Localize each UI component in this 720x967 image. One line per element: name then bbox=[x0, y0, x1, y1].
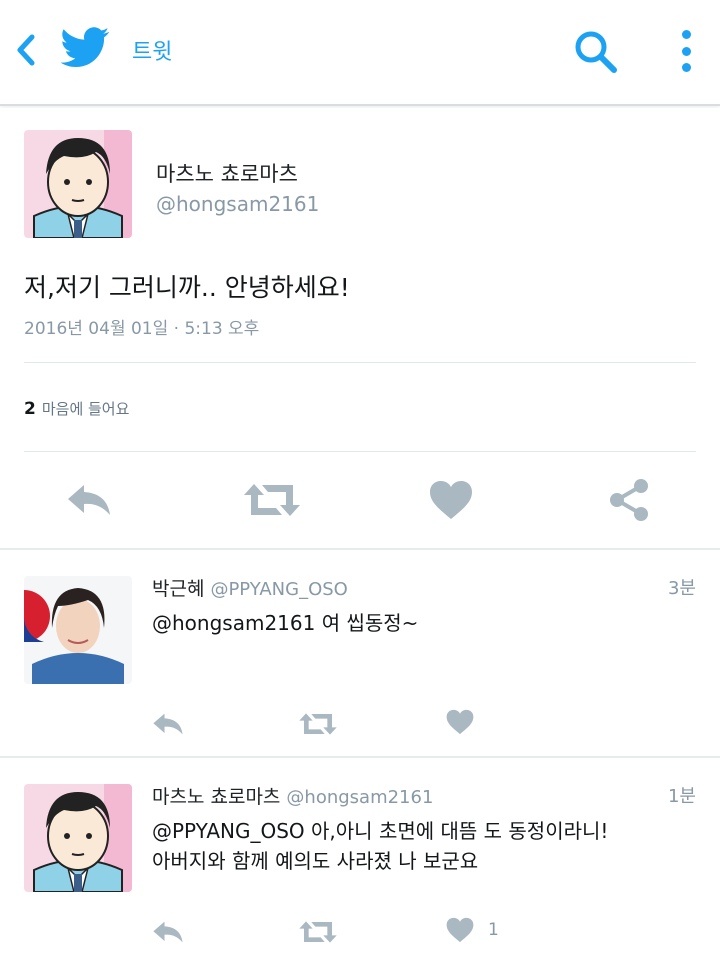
like-button[interactable] bbox=[426, 478, 476, 522]
heart-icon bbox=[430, 481, 472, 519]
reply-tweet[interactable]: 박근혜 @PPYANG_OSO 3분 @hongsam2161 여 씹동정~ bbox=[0, 550, 720, 756]
retweet-icon bbox=[299, 713, 337, 735]
reply-button[interactable] bbox=[148, 914, 188, 950]
divider bbox=[24, 362, 696, 363]
top-app-bar: 트윗 bbox=[0, 0, 720, 106]
reply-time: 1분 bbox=[667, 786, 696, 807]
like-count: 1 bbox=[488, 920, 499, 940]
more-vertical-icon bbox=[681, 30, 691, 39]
search-button[interactable] bbox=[572, 28, 620, 76]
reply-tweet[interactable]: 마츠노 쵸로마츠 @hongsam2161 1분 @PPYANG_OSO 아,아니… bbox=[0, 758, 720, 967]
twitter-bird-icon bbox=[60, 26, 110, 72]
retweet-button[interactable] bbox=[298, 914, 338, 950]
retweet-button[interactable] bbox=[244, 478, 300, 522]
avatar[interactable] bbox=[24, 130, 132, 238]
reply-author[interactable]: 박근혜 @PPYANG_OSO bbox=[152, 574, 348, 601]
like-button[interactable] bbox=[440, 912, 480, 948]
back-button[interactable] bbox=[8, 30, 44, 70]
search-icon bbox=[575, 31, 617, 73]
avatar[interactable] bbox=[24, 576, 132, 684]
author-handle: @hongsam2161 bbox=[286, 787, 434, 808]
retweet-button[interactable] bbox=[298, 706, 338, 742]
likes-summary[interactable]: 2 마음에 들어요 bbox=[24, 398, 129, 419]
reply-text-line: 아버지와 함께 예의도 사라졌 나 보군요 bbox=[152, 849, 479, 873]
reply-text: @hongsam2161 여 씹동정~ bbox=[152, 611, 419, 635]
more-dot bbox=[681, 63, 691, 72]
author-handle: @PPYANG_OSO bbox=[210, 579, 348, 600]
more-dot bbox=[681, 46, 691, 56]
likes-count: 2 bbox=[24, 399, 36, 419]
avatar[interactable] bbox=[24, 784, 132, 892]
reply-button[interactable] bbox=[64, 478, 114, 522]
back-chevron-icon bbox=[17, 34, 35, 66]
tweet-text: 저,저기 그러니까.. 안녕하세요! bbox=[24, 273, 350, 302]
reply-text: @PPYANG_OSO 아,아니 초면에 대뜸 도 동정이라니! 아버지와 함께… bbox=[152, 816, 692, 876]
heart-icon bbox=[446, 917, 474, 943]
author-handle[interactable]: @hongsam2161 bbox=[156, 192, 319, 216]
divider bbox=[24, 451, 696, 452]
author-name: 마츠노 쵸로마츠 bbox=[152, 786, 281, 808]
reply-icon bbox=[153, 713, 183, 735]
share-button[interactable] bbox=[604, 478, 654, 522]
author-name: 박근혜 bbox=[152, 578, 205, 600]
heart-icon bbox=[446, 709, 474, 735]
author-name[interactable]: 마츠노 쵸로마츠 bbox=[156, 158, 298, 188]
reply-author[interactable]: 마츠노 쵸로마츠 @hongsam2161 bbox=[152, 782, 433, 809]
reply-text-line: @PPYANG_OSO 아,아니 초면에 대뜸 도 동정이라니! bbox=[152, 819, 609, 843]
likes-label: 마음에 들어요 bbox=[41, 400, 130, 418]
more-options-button[interactable] bbox=[668, 26, 704, 76]
reply-button[interactable] bbox=[148, 706, 188, 742]
share-icon bbox=[610, 479, 648, 521]
retweet-icon bbox=[244, 484, 300, 516]
retweet-icon bbox=[299, 921, 337, 943]
like-button[interactable] bbox=[440, 704, 480, 740]
tweet-timestamp: 2016년 04월 01일 · 5:13 오후 bbox=[24, 319, 260, 339]
main-tweet: 마츠노 쵸로마츠 @hongsam2161 저,저기 그러니까.. 안녕하세요!… bbox=[0, 108, 720, 550]
reply-icon bbox=[153, 921, 183, 943]
reply-icon bbox=[68, 485, 110, 515]
reply-time: 3분 bbox=[667, 578, 696, 599]
page-title: 트윗 bbox=[132, 40, 173, 65]
